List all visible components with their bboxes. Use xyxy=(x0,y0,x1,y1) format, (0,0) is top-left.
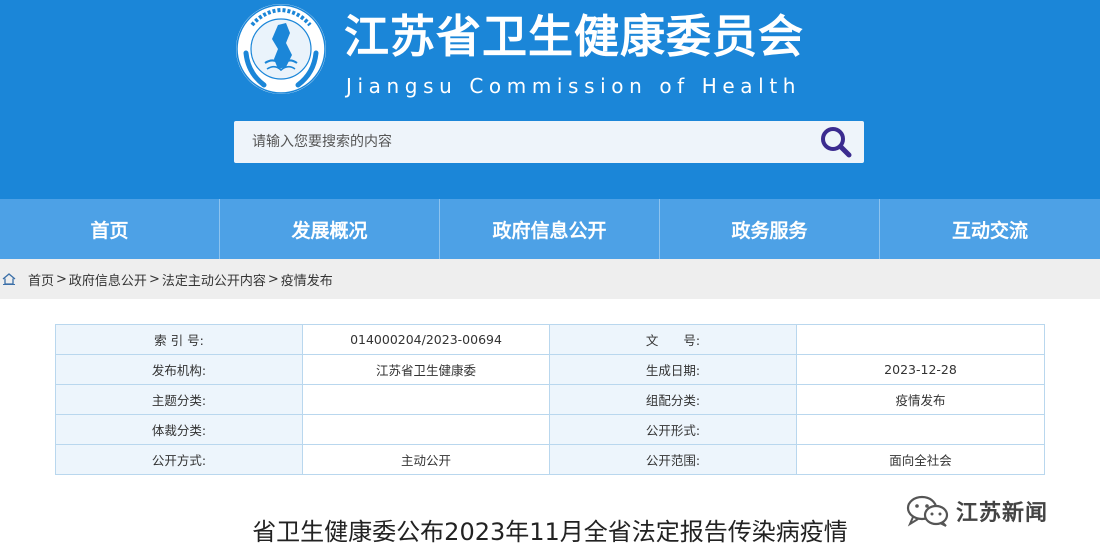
table-row: 主题分类: 组配分类: 疫情发布 xyxy=(55,384,1045,415)
breadcrumb-separator: > xyxy=(267,271,279,287)
genre-category-value xyxy=(302,414,550,445)
disclosure-scope-label: 公开范围: xyxy=(549,444,797,475)
publisher-value: 江苏省卫生健康委 xyxy=(302,354,550,385)
disclosure-form-value xyxy=(796,414,1045,445)
publisher-label: 发布机构: xyxy=(55,354,303,385)
index-number-value: 014000204/2023-00694 xyxy=(302,324,550,355)
breadcrumb-gov-info[interactable]: 政府信息公开 xyxy=(69,270,147,289)
breadcrumb-statutory-content[interactable]: 法定主动公开内容 xyxy=(162,270,266,289)
search-bar xyxy=(234,121,864,163)
document-metadata-table: 索 引 号: 014000204/2023-00694 文 号: 发布机构: 江… xyxy=(55,324,1045,475)
created-date-label: 生成日期: xyxy=(549,354,797,385)
table-row: 发布机构: 江苏省卫生健康委 生成日期: 2023-12-28 xyxy=(55,354,1045,385)
article-title: 省卫生健康委公布2023年11月全省法定报告传染病疫情 xyxy=(252,518,848,546)
document-number-value xyxy=(796,324,1045,355)
nav-item-gov-services[interactable]: 政务服务 xyxy=(660,199,880,259)
nav-item-home[interactable]: 首页 xyxy=(0,199,220,259)
disclosure-method-value: 主动公开 xyxy=(302,444,550,475)
created-date-value: 2023-12-28 xyxy=(796,354,1045,385)
topic-category-label: 主题分类: xyxy=(55,384,303,415)
group-category-label: 组配分类: xyxy=(549,384,797,415)
table-row: 公开方式: 主动公开 公开范围: 面向全社会 xyxy=(55,444,1045,475)
site-header: 江苏省卫生健康委员会 Jiangsu Commission of Health xyxy=(0,0,1100,199)
breadcrumb-separator: > xyxy=(148,271,160,287)
table-row: 体裁分类: 公开形式: xyxy=(55,414,1045,445)
main-nav: 首页 发展概况 政府信息公开 政务服务 互动交流 xyxy=(0,199,1100,259)
disclosure-method-label: 公开方式: xyxy=(55,444,303,475)
breadcrumb-separator: > xyxy=(56,271,67,287)
document-number-label: 文 号: xyxy=(549,324,797,355)
table-row: 索 引 号: 014000204/2023-00694 文 号: xyxy=(55,324,1045,355)
commission-emblem-icon[interactable] xyxy=(234,3,328,95)
index-number-label: 索 引 号: xyxy=(55,324,303,355)
search-input[interactable] xyxy=(234,121,804,163)
nav-item-gov-info[interactable]: 政府信息公开 xyxy=(440,199,660,259)
genre-category-label: 体裁分类: xyxy=(55,414,303,445)
group-category-value: 疫情发布 xyxy=(796,384,1045,415)
breadcrumb-home[interactable]: 首页 xyxy=(28,270,54,289)
disclosure-form-label: 公开形式: xyxy=(549,414,797,445)
site-subtitle: Jiangsu Commission of Health xyxy=(346,74,802,98)
nav-item-interaction[interactable]: 互动交流 xyxy=(880,199,1100,259)
disclosure-scope-value: 面向全社会 xyxy=(796,444,1045,475)
topic-category-value xyxy=(302,384,550,415)
breadcrumb: 首页 > 政府信息公开 > 法定主动公开内容 > 疫情发布 xyxy=(0,259,1100,299)
breadcrumb-epidemic-release[interactable]: 疫情发布 xyxy=(281,270,333,289)
site-title: 江苏省卫生健康委员会 xyxy=(344,10,805,63)
search-icon[interactable] xyxy=(816,125,856,159)
nav-item-development[interactable]: 发展概况 xyxy=(220,199,440,259)
home-icon[interactable] xyxy=(2,272,16,286)
